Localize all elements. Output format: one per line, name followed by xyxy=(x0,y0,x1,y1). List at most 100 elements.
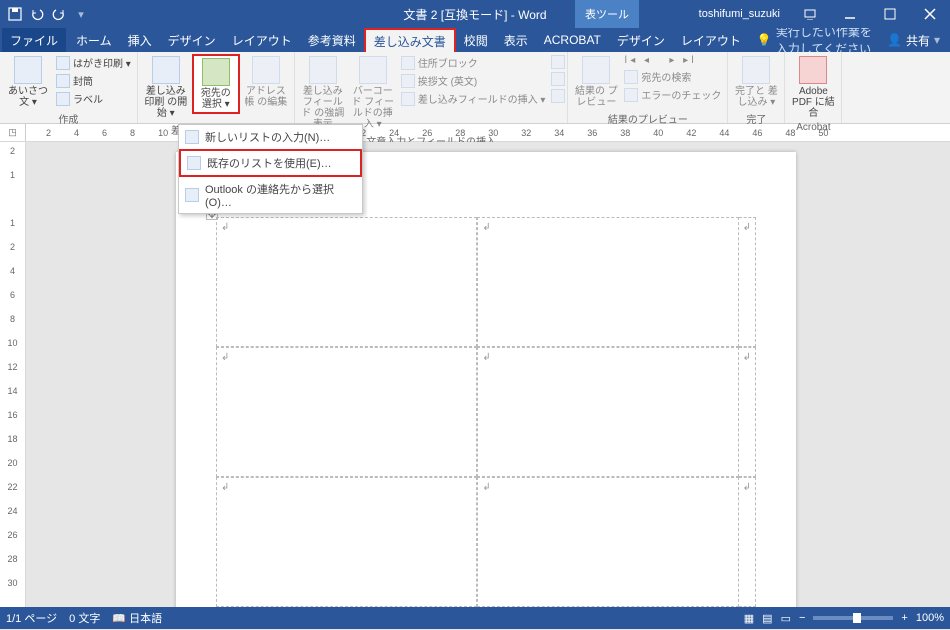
envelope-button[interactable]: 封筒 xyxy=(54,72,133,89)
select-recipients-button[interactable]: 宛先の 選択 ▾ xyxy=(192,54,240,114)
insert-merge-field-button: 差し込みフィールドの挿入 ▾ xyxy=(399,90,548,107)
tab-mailings[interactable]: 差し込み文書 xyxy=(364,28,456,52)
type-list-icon xyxy=(185,130,199,144)
outlook-contacts-item[interactable]: Outlook の連絡先から選択(O)… xyxy=(179,177,362,213)
hagaki-button[interactable]: はがき印刷 ▾ xyxy=(54,54,133,71)
label-button[interactable]: ラベル xyxy=(54,90,133,107)
address-block-button: 住所ブロック xyxy=(399,54,548,71)
table-cell[interactable]: ↲ xyxy=(739,347,756,477)
new-list-item[interactable]: 新しいリストの入力(N)… xyxy=(179,125,362,149)
tab-home[interactable]: ホーム xyxy=(68,28,120,52)
word-count[interactable]: 0 文字 xyxy=(69,610,100,626)
minimize-button[interactable] xyxy=(830,0,870,28)
table-cell[interactable]: ↲ xyxy=(477,217,738,347)
record-nav: ⅼ◂ ◂ ▸ ▸ⅼ xyxy=(622,54,723,67)
table-cell[interactable]: ↲ xyxy=(739,217,756,347)
addrblock-icon xyxy=(401,56,415,70)
qat-more-icon[interactable]: ▾ xyxy=(72,5,90,23)
greeting-icon xyxy=(14,56,42,84)
table-cell[interactable]: ↲ xyxy=(477,477,738,607)
tell-me-box[interactable]: 💡 実行したい作業を入力してください xyxy=(749,28,877,52)
chevron-down-icon: ▾ xyxy=(934,33,940,47)
contextual-tab-label: 表ツール xyxy=(575,0,639,28)
tab-review[interactable]: 校閲 xyxy=(456,28,496,52)
update-labels-icon xyxy=(551,89,565,103)
zoom-slider[interactable] xyxy=(813,616,893,620)
edit-recipients-button: アドレス帳 の編集 xyxy=(242,54,290,110)
adobe-icon xyxy=(799,56,827,84)
greeting-line-button: 挨拶文 (英文) xyxy=(399,72,548,89)
account-name[interactable]: toshifumi_suzuki xyxy=(689,8,790,20)
maximize-button[interactable] xyxy=(870,0,910,28)
view-print-icon[interactable]: ▦ xyxy=(744,612,754,625)
recipients-icon xyxy=(202,58,230,86)
label-grid: ↲↲↲ ↲↲↲ ↲↲↲ xyxy=(216,217,756,607)
window-title: 文書 2 [互換モード] - Word xyxy=(403,6,546,23)
match-fields-icon xyxy=(551,72,565,86)
greeting-line-icon xyxy=(401,74,415,88)
tab-view[interactable]: 表示 xyxy=(496,28,536,52)
share-button[interactable]: 👤 共有 ▾ xyxy=(877,28,950,52)
zoom-in-button[interactable]: + xyxy=(901,612,907,624)
tab-references[interactable]: 参考資料 xyxy=(300,28,364,52)
tab-file[interactable]: ファイル xyxy=(2,28,66,52)
preview-icon xyxy=(582,56,610,84)
lightbulb-icon: 💡 xyxy=(757,33,772,47)
vertical-ruler[interactable]: 21124681012141618202224262830 xyxy=(0,142,26,607)
page[interactable]: ✥ ↲↲↲ ↲↲↲ ↲↲↲ xyxy=(176,152,796,607)
tab-design[interactable]: デザイン xyxy=(160,28,224,52)
group-create: 作成 xyxy=(4,110,133,127)
close-button[interactable] xyxy=(910,0,950,28)
language[interactable]: 📖 日本語 xyxy=(112,610,162,626)
barcode-button: バーコード フィールドの挿入 ▾ xyxy=(349,54,397,132)
tab-table-layout[interactable]: レイアウト xyxy=(673,28,749,52)
table-cell[interactable]: ↲ xyxy=(216,347,477,477)
highlight-icon xyxy=(309,56,337,84)
rules-icon xyxy=(551,55,565,69)
label-icon xyxy=(56,92,70,106)
tab-acrobat[interactable]: ACROBAT xyxy=(536,28,609,52)
table-cell[interactable]: ↲ xyxy=(477,347,738,477)
table-cell[interactable]: ↲ xyxy=(216,477,477,607)
highlight-fields-button: 差し込みフィールド の強調表示 xyxy=(299,54,347,132)
insfield-icon xyxy=(401,92,415,106)
ribbon-options-icon[interactable] xyxy=(790,0,830,28)
share-icon: 👤 xyxy=(887,33,902,47)
envelope-icon xyxy=(56,74,70,88)
tab-table-design[interactable]: デザイン xyxy=(609,28,673,52)
group-finish: 完了 xyxy=(732,110,780,127)
finish-merge-button: 完了と 差し込み ▾ xyxy=(732,54,780,110)
error-icon xyxy=(624,88,638,102)
zoom-out-button[interactable]: − xyxy=(799,612,805,624)
recipients-dropdown: 新しいリストの入力(N)… 既存のリストを使用(E)… Outlook の連絡先… xyxy=(178,124,363,214)
start-mailmerge-button[interactable]: 差し込み印刷 の開始 ▾ xyxy=(142,54,190,121)
adobe-pdf-button[interactable]: Adobe PDF に結合 xyxy=(789,54,837,121)
finish-icon xyxy=(742,56,770,84)
table-cell[interactable]: ↲ xyxy=(739,477,756,607)
find-recipient-button: 宛先の検索 xyxy=(622,68,723,85)
table-cell[interactable]: ↲ xyxy=(216,217,477,347)
group-preview: 結果のプレビュー xyxy=(572,110,723,127)
group-acrobat: Acrobat xyxy=(789,121,837,134)
view-web-icon[interactable]: ▭ xyxy=(781,612,791,625)
existing-list-icon xyxy=(187,156,201,170)
search-icon xyxy=(624,70,638,84)
undo-icon[interactable] xyxy=(28,5,46,23)
postcard-icon xyxy=(56,56,70,70)
editlist-icon xyxy=(252,56,280,84)
barcode-icon xyxy=(359,56,387,84)
view-read-icon[interactable]: ▤ xyxy=(762,612,772,625)
page-count[interactable]: 1/1 ページ xyxy=(6,610,57,626)
tab-layout[interactable]: レイアウト xyxy=(224,28,300,52)
existing-list-item[interactable]: 既存のリストを使用(E)… xyxy=(179,149,362,177)
document-canvas[interactable]: ✥ ↲↲↲ ↲↲↲ ↲↲↲ xyxy=(26,142,950,607)
outlook-icon xyxy=(185,188,199,202)
check-errors-button: エラーのチェック xyxy=(622,86,723,103)
save-icon[interactable] xyxy=(6,5,24,23)
zoom-level[interactable]: 100% xyxy=(916,612,944,624)
mailmerge-icon xyxy=(152,56,180,84)
preview-results-button: 結果の プレビュー xyxy=(572,54,620,110)
tab-insert[interactable]: 挿入 xyxy=(120,28,160,52)
redo-icon[interactable] xyxy=(50,5,68,23)
greeting-text-button[interactable]: あいさつ 文 ▾ xyxy=(4,54,52,110)
